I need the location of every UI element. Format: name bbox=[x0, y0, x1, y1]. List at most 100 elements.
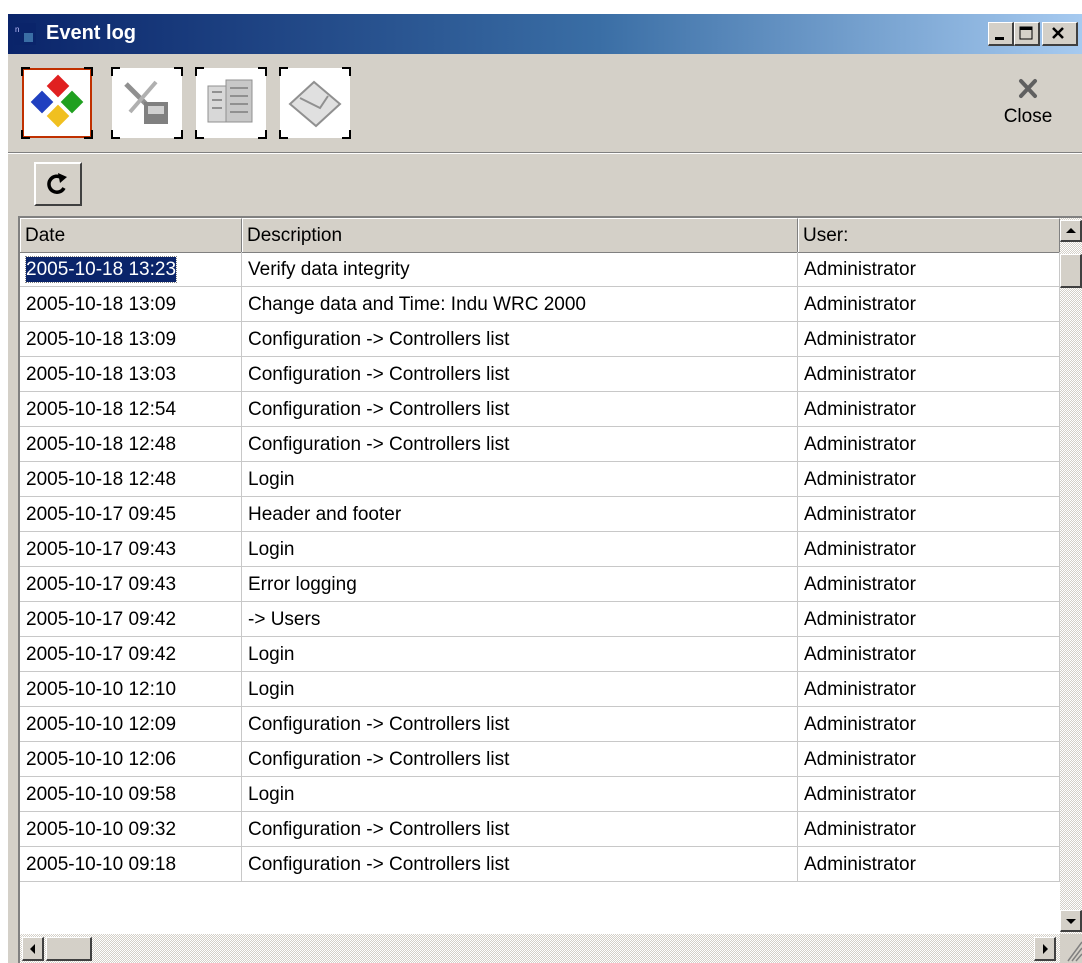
cell-user[interactable]: Administrator bbox=[798, 392, 1060, 427]
table-row[interactable]: 2005-10-10 09:32 Configuration -> Control… bbox=[20, 812, 1060, 847]
buildings-tool-button[interactable] bbox=[195, 67, 267, 139]
cell-description[interactable]: Configuration -> Controllers list bbox=[242, 707, 798, 742]
table-row[interactable]: 2005-10-18 13:09 Configuration -> Control… bbox=[20, 322, 1060, 357]
cell-description[interactable]: Error logging bbox=[242, 567, 798, 602]
cell-date[interactable]: 2005-10-10 09:32 bbox=[20, 812, 242, 847]
table-row[interactable]: 2005-10-10 09:18 Configuration -> Control… bbox=[20, 847, 1060, 882]
cell-user[interactable]: Administrator bbox=[798, 742, 1060, 777]
table-row[interactable]: 2005-10-18 12:54 Configuration -> Control… bbox=[20, 392, 1060, 427]
cell-user[interactable]: Administrator bbox=[798, 462, 1060, 497]
vertical-scrollbar[interactable] bbox=[1060, 218, 1082, 934]
modules-tool-button[interactable] bbox=[21, 67, 93, 139]
cell-date[interactable]: 2005-10-18 12:48 bbox=[20, 462, 242, 497]
minimize-button[interactable] bbox=[988, 22, 1014, 46]
cell-description[interactable]: Configuration -> Controllers list bbox=[242, 742, 798, 777]
cell-description[interactable]: Login bbox=[242, 777, 798, 812]
cell-user[interactable]: Administrator bbox=[798, 847, 1060, 882]
title-bar[interactable]: n Event log bbox=[8, 14, 1082, 54]
table-row[interactable]: 2005-10-17 09:43 Login Administrator bbox=[20, 532, 1060, 567]
horizontal-scrollbar[interactable] bbox=[20, 934, 1060, 963]
cell-date[interactable]: 2005-10-10 09:58 bbox=[20, 777, 242, 812]
cell-user[interactable]: Administrator bbox=[798, 602, 1060, 637]
cell-user[interactable]: Administrator bbox=[798, 252, 1060, 287]
table-row[interactable]: 2005-10-10 12:06 Configuration -> Control… bbox=[20, 742, 1060, 777]
event-table[interactable]: Date Description User: 2005-10-18 13:23 V… bbox=[18, 216, 1082, 963]
cell-description[interactable]: -> Users bbox=[242, 602, 798, 637]
cell-date-text: 2005-10-18 13:09 bbox=[26, 329, 177, 350]
cell-date[interactable]: 2005-10-18 13:03 bbox=[20, 357, 242, 392]
table-row[interactable]: 2005-10-18 12:48 Configuration -> Control… bbox=[20, 427, 1060, 462]
scroll-left-button[interactable] bbox=[22, 937, 44, 961]
cell-date[interactable]: 2005-10-10 12:09 bbox=[20, 707, 242, 742]
cell-description[interactable]: Verify data integrity bbox=[242, 252, 798, 287]
cell-description[interactable]: Configuration -> Controllers list bbox=[242, 322, 798, 357]
cell-user[interactable]: Administrator bbox=[798, 357, 1060, 392]
cell-date[interactable]: 2005-10-10 12:06 bbox=[20, 742, 242, 777]
table-row[interactable]: 2005-10-18 13:23 Verify data integrity Adm… bbox=[20, 252, 1060, 287]
column-header-user[interactable]: User: bbox=[798, 218, 1060, 252]
cell-user[interactable]: Administrator bbox=[798, 322, 1060, 357]
cell-date[interactable]: 2005-10-17 09:42 bbox=[20, 637, 242, 672]
window-close-button[interactable] bbox=[1042, 22, 1078, 46]
cell-user-text: Administrator bbox=[804, 434, 916, 455]
cell-date[interactable]: 2005-10-10 09:18 bbox=[20, 847, 242, 882]
scroll-right-button[interactable] bbox=[1034, 937, 1056, 961]
cell-date[interactable]: 2005-10-17 09:43 bbox=[20, 532, 242, 567]
cell-user[interactable]: Administrator bbox=[798, 532, 1060, 567]
app-icon: n bbox=[14, 23, 36, 45]
horizontal-scroll-thumb[interactable] bbox=[46, 937, 92, 961]
cell-user[interactable]: Administrator bbox=[798, 567, 1060, 602]
table-row[interactable]: 2005-10-10 12:10 Login Administrator bbox=[20, 672, 1060, 707]
cell-description[interactable]: Configuration -> Controllers list bbox=[242, 392, 798, 427]
cell-date[interactable]: 2005-10-18 13:09 bbox=[20, 287, 242, 322]
svg-text:n: n bbox=[15, 25, 19, 34]
cell-date[interactable]: 2005-10-17 09:43 bbox=[20, 567, 242, 602]
table-row[interactable]: 2005-10-10 09:58 Login Administrator bbox=[20, 777, 1060, 812]
table-row[interactable]: 2005-10-17 09:43 Error logging Administrat… bbox=[20, 567, 1060, 602]
table-row[interactable]: 2005-10-10 12:09 Configuration -> Control… bbox=[20, 707, 1060, 742]
table-row[interactable]: 2005-10-17 09:42 Login Administrator bbox=[20, 637, 1060, 672]
cell-date[interactable]: 2005-10-17 09:42 bbox=[20, 602, 242, 637]
cell-date[interactable]: 2005-10-18 13:23 bbox=[20, 252, 242, 287]
cell-description[interactable]: Login bbox=[242, 532, 798, 567]
close-button[interactable]: Close bbox=[988, 76, 1068, 138]
table-row[interactable]: 2005-10-18 12:48 Login Administrator bbox=[20, 462, 1060, 497]
table-row[interactable]: 2005-10-18 13:03 Configuration -> Control… bbox=[20, 357, 1060, 392]
cell-user[interactable]: Administrator bbox=[798, 672, 1060, 707]
vertical-scroll-thumb[interactable] bbox=[1060, 254, 1082, 288]
cell-user[interactable]: Administrator bbox=[798, 637, 1060, 672]
cell-description-text: Login bbox=[248, 539, 295, 560]
cell-description[interactable]: Configuration -> Controllers list bbox=[242, 812, 798, 847]
table-row[interactable]: 2005-10-18 13:09 Change data and Time: In… bbox=[20, 287, 1060, 322]
cell-user[interactable]: Administrator bbox=[798, 287, 1060, 322]
cell-description[interactable]: Configuration -> Controllers list bbox=[242, 357, 798, 392]
column-header-description[interactable]: Description bbox=[242, 218, 798, 252]
cell-date[interactable]: 2005-10-17 09:45 bbox=[20, 497, 242, 532]
cell-description[interactable]: Configuration -> Controllers list bbox=[242, 427, 798, 462]
cell-description[interactable]: Change data and Time: Indu WRC 2000 bbox=[242, 287, 798, 322]
refresh-button[interactable] bbox=[34, 162, 82, 206]
cell-description[interactable]: Header and footer bbox=[242, 497, 798, 532]
column-header-date[interactable]: Date bbox=[20, 218, 242, 252]
cell-user[interactable]: Administrator bbox=[798, 497, 1060, 532]
cell-description[interactable]: Login bbox=[242, 462, 798, 497]
cell-user[interactable]: Administrator bbox=[798, 427, 1060, 462]
scroll-down-button[interactable] bbox=[1060, 910, 1082, 932]
scroll-up-button[interactable] bbox=[1060, 220, 1082, 242]
cell-description[interactable]: Login bbox=[242, 637, 798, 672]
cell-user[interactable]: Administrator bbox=[798, 707, 1060, 742]
maximize-button[interactable] bbox=[1014, 22, 1040, 46]
cell-description[interactable]: Login bbox=[242, 672, 798, 707]
table-row[interactable]: 2005-10-17 09:45 Header and footer Adminis… bbox=[20, 497, 1060, 532]
cell-description[interactable]: Configuration -> Controllers list bbox=[242, 847, 798, 882]
cell-date[interactable]: 2005-10-18 12:54 bbox=[20, 392, 242, 427]
cell-user[interactable]: Administrator bbox=[798, 812, 1060, 847]
resize-grip[interactable] bbox=[1060, 934, 1082, 963]
table-row[interactable]: 2005-10-17 09:42 -> Users Administrator bbox=[20, 602, 1060, 637]
cell-date[interactable]: 2005-10-18 13:09 bbox=[20, 322, 242, 357]
envelope-tool-button[interactable] bbox=[279, 67, 351, 139]
cell-user[interactable]: Administrator bbox=[798, 777, 1060, 812]
cell-date[interactable]: 2005-10-18 12:48 bbox=[20, 427, 242, 462]
cell-date[interactable]: 2005-10-10 12:10 bbox=[20, 672, 242, 707]
settings-tool-button[interactable] bbox=[111, 67, 183, 139]
